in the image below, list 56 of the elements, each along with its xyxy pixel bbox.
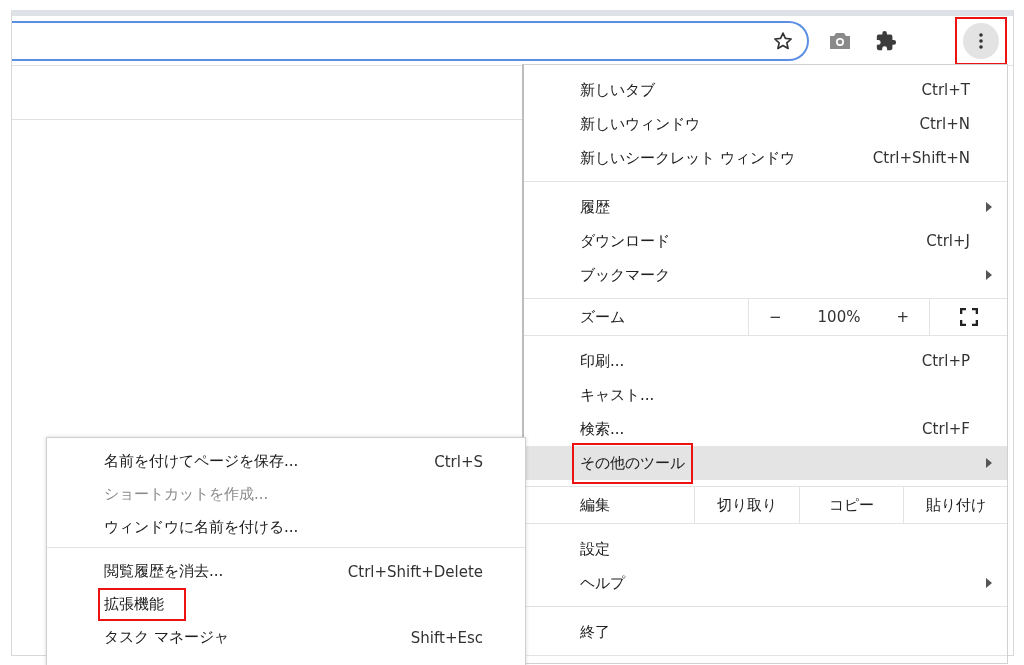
menu-item-label: 新しいシークレット ウィンドウ bbox=[580, 148, 795, 167]
zoom-in-button[interactable]: + bbox=[892, 308, 913, 326]
zoom-label: ズーム bbox=[580, 306, 626, 328]
menu-item-label: ブックマーク bbox=[580, 265, 670, 284]
shortcut-text: Shift+Esc bbox=[410, 628, 484, 647]
shortcut-text: Ctrl+N bbox=[919, 115, 971, 133]
menu-item[interactable]: キャスト... bbox=[524, 378, 1007, 412]
shortcut-text: Ctrl+S bbox=[434, 452, 484, 471]
submenu-item-label: タスク マネージャ bbox=[104, 628, 229, 646]
menu-item-label: 設定 bbox=[580, 539, 610, 558]
zoom-level-text: 100% bbox=[817, 308, 861, 326]
shortcut-text: Ctrl+Shift+Delete bbox=[347, 562, 484, 581]
star-icon[interactable] bbox=[773, 30, 793, 51]
submenu-item-label: 拡張機能 bbox=[104, 595, 164, 613]
zoom-out-button[interactable]: − bbox=[765, 308, 786, 326]
submenu-item-label: 名前を付けてページを保存... bbox=[104, 452, 299, 470]
submenu-item-label: ショートカットを作成... bbox=[104, 485, 269, 503]
menu-item[interactable]: 検索... Ctrl+F bbox=[524, 412, 1007, 446]
menu-item-label: ダウンロード bbox=[580, 231, 670, 250]
menu-item[interactable]: 履歴 bbox=[524, 190, 1007, 224]
shortcut-text: Ctrl+T bbox=[921, 81, 971, 99]
shortcut-text: Ctrl+P bbox=[921, 352, 971, 370]
menu-item[interactable]: 新しいタブ Ctrl+T bbox=[524, 73, 1007, 107]
edit-label: 編集 bbox=[580, 494, 611, 516]
menu-item-label: 終了 bbox=[580, 622, 610, 641]
menu-item-label: 新しいウィンドウ bbox=[580, 114, 700, 133]
menu-item-label: キャスト... bbox=[580, 385, 655, 404]
menu-item[interactable]: 新しいウィンドウ Ctrl+N bbox=[524, 107, 1007, 141]
shortcut-text: Ctrl+Shift+N bbox=[872, 149, 971, 167]
menu-icon bbox=[979, 32, 983, 49]
submenu-item[interactable]: 名前を付けてページを保存... Ctrl+S bbox=[47, 445, 525, 478]
menu-item-label: 履歴 bbox=[580, 197, 610, 216]
fullscreen-icon bbox=[959, 308, 978, 326]
menu-item[interactable]: ブックマーク bbox=[524, 258, 1007, 292]
submenu-item[interactable]: 拡張機能 bbox=[47, 588, 525, 621]
menu-button[interactable] bbox=[963, 22, 999, 59]
menu-item-label: ヘルプ bbox=[580, 573, 625, 592]
menu-item[interactable]: 印刷... Ctrl+P bbox=[524, 344, 1007, 378]
submenu-item[interactable]: タスク マネージャ Shift+Esc bbox=[47, 621, 525, 654]
menu-item[interactable]: ヘルプ bbox=[524, 566, 1007, 600]
submenu-item-label: 閲覧履歴を消去... bbox=[104, 562, 224, 580]
menu-item[interactable]: 設定 bbox=[524, 532, 1007, 566]
menu-item[interactable]: 終了 bbox=[524, 615, 1007, 649]
menu-item-label: 新しいタブ bbox=[580, 80, 655, 99]
shortcut-text: Ctrl+F bbox=[922, 420, 971, 438]
menu-item-label: 印刷... bbox=[580, 351, 625, 370]
menu-item-label: 検索... bbox=[580, 419, 625, 438]
puzzle-icon[interactable] bbox=[875, 29, 897, 52]
submenu-item-label: ウィンドウに名前を付ける... bbox=[104, 518, 299, 536]
camera-icon[interactable] bbox=[829, 31, 851, 50]
menu-item[interactable]: 新しいシークレット ウィンドウ Ctrl+Shift+N bbox=[524, 141, 1007, 175]
submenu-item[interactable]: 閲覧履歴を消去... Ctrl+Shift+Delete bbox=[47, 555, 525, 588]
menu-item-label: その他のツール bbox=[580, 453, 685, 472]
shortcut-text: Ctrl+J bbox=[926, 232, 971, 250]
submenu-item[interactable]: ウィンドウに名前を付ける... bbox=[47, 511, 525, 544]
menu-item[interactable]: ダウンロード Ctrl+J bbox=[524, 224, 1007, 258]
